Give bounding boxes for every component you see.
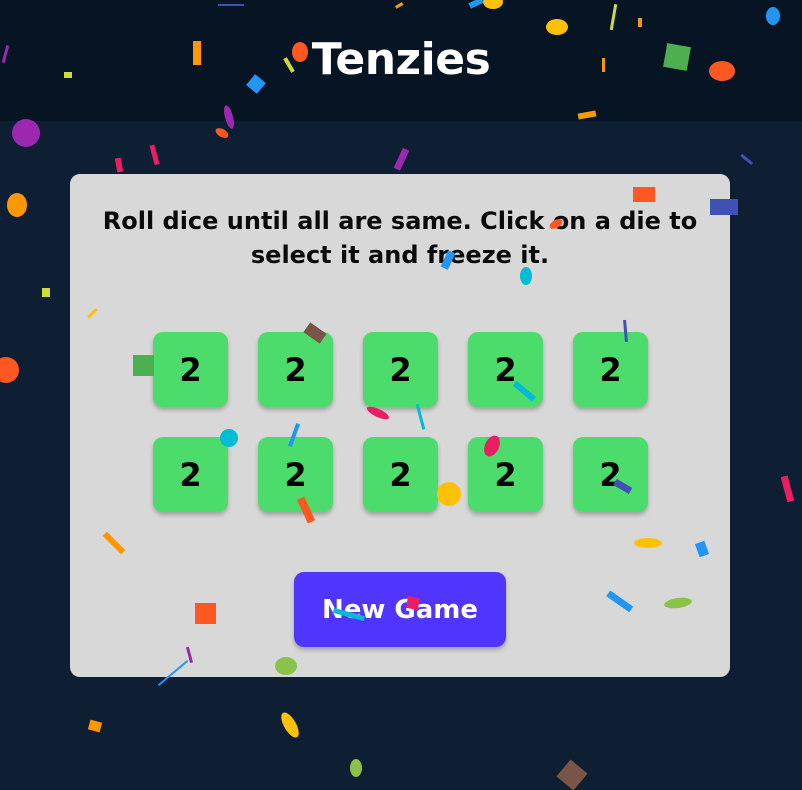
dice-grid: 2 2 2 2 2 2 2 2 2 2	[153, 332, 648, 512]
confetti-piece	[114, 157, 124, 173]
new-game-button[interactable]: New Game	[294, 572, 506, 647]
confetti-piece	[780, 475, 795, 503]
confetti-piece	[7, 193, 27, 217]
confetti-piece	[87, 719, 103, 733]
confetti-piece	[740, 153, 754, 166]
confetti-piece	[215, 128, 229, 138]
game-card: Roll dice until all are same. Click on a…	[70, 174, 730, 677]
confetti-piece	[12, 119, 40, 147]
confetti-piece	[393, 147, 410, 171]
game-instructions: Roll dice until all are same. Click on a…	[102, 207, 698, 269]
die[interactable]: 2	[573, 332, 648, 407]
die[interactable]: 2	[363, 437, 438, 512]
die[interactable]: 2	[258, 437, 333, 512]
confetti-piece	[281, 712, 299, 738]
die[interactable]: 2	[153, 437, 228, 512]
confetti-piece	[42, 288, 50, 297]
die[interactable]: 2	[468, 437, 543, 512]
confetti-piece	[556, 759, 588, 790]
die[interactable]: 2	[573, 437, 648, 512]
confetti-piece	[149, 144, 160, 166]
die[interactable]: 2	[468, 332, 543, 407]
confetti-piece	[350, 759, 362, 777]
confetti-piece	[0, 357, 19, 383]
die[interactable]: 2	[153, 332, 228, 407]
app-title: Tenzies	[311, 34, 491, 85]
die[interactable]: 2	[258, 332, 333, 407]
app-header: Tenzies	[0, 0, 802, 121]
die[interactable]: 2	[363, 332, 438, 407]
